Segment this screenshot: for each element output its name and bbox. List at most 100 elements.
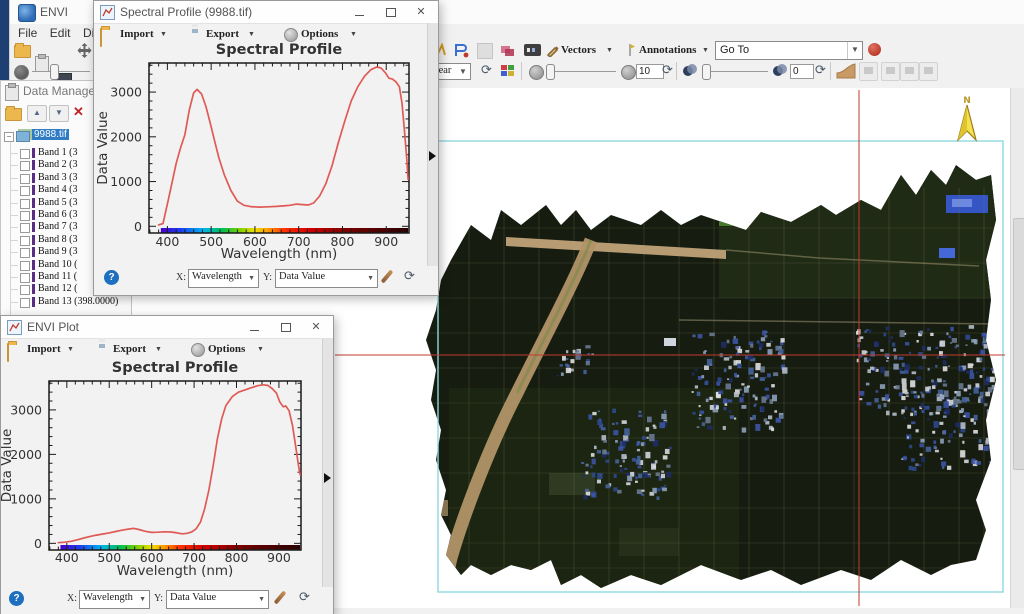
band-color-icon bbox=[32, 185, 35, 195]
geo-link-icon[interactable] bbox=[868, 43, 881, 56]
svg-text:Wavelength (nm): Wavelength (nm) bbox=[117, 563, 234, 579]
menu-edit[interactable]: Edit bbox=[50, 26, 71, 40]
interpolation-caret-icon[interactable]: ▼ bbox=[456, 64, 470, 79]
tree-connector bbox=[10, 265, 18, 266]
raster-layers-icon bbox=[16, 131, 30, 142]
north-arrow-icon: N bbox=[958, 96, 976, 140]
band-checkbox[interactable] bbox=[20, 161, 30, 171]
envi-plot-window: ENVI Plot ✕ Import ▼ Export ▼ Options ▼ … bbox=[0, 315, 334, 614]
sharpen-field[interactable]: 0 bbox=[790, 64, 814, 79]
x-field-dropdown[interactable]: Wavelength▼ bbox=[188, 269, 259, 288]
plot-window-icon bbox=[7, 320, 22, 335]
open-file-icon[interactable] bbox=[14, 45, 31, 58]
band-checkbox[interactable] bbox=[20, 223, 30, 233]
band-checkbox[interactable] bbox=[20, 248, 30, 258]
brightness-slider-thumb[interactable] bbox=[546, 64, 555, 80]
band-combination-icon[interactable] bbox=[501, 63, 515, 82]
band-checkbox[interactable] bbox=[20, 211, 30, 221]
close-button[interactable]: ✕ bbox=[301, 316, 331, 338]
side-panel-strip bbox=[322, 339, 333, 587]
svg-text:Spectral Profile: Spectral Profile bbox=[112, 360, 239, 376]
dataset-name[interactable]: 9988.tif bbox=[32, 129, 69, 140]
goto-dropdown-icon[interactable]: ▼ bbox=[847, 42, 862, 59]
tree-connector bbox=[10, 165, 18, 166]
band-checkbox[interactable] bbox=[20, 261, 30, 271]
annotations-caret-icon[interactable]: ▼ bbox=[702, 47, 709, 54]
zoom-slider-track[interactable] bbox=[32, 71, 90, 72]
raster-series-icon[interactable] bbox=[524, 44, 541, 56]
window-title-bar[interactable]: Spectral Profile (9988.tif) ✕ bbox=[94, 1, 438, 24]
band-color-icon bbox=[32, 235, 35, 245]
band-label: Band 6 (3 bbox=[38, 209, 77, 220]
expand-panel-icon[interactable] bbox=[429, 151, 436, 161]
plot-refresh-icon[interactable]: ⟳ bbox=[299, 589, 310, 605]
toolbar-separator bbox=[830, 62, 831, 80]
collapse-all-button[interactable]: ▲ bbox=[27, 105, 47, 122]
sharpen-slider-track[interactable] bbox=[702, 71, 768, 72]
zoom-out-knob-icon[interactable] bbox=[14, 65, 29, 80]
band-checkbox[interactable] bbox=[20, 149, 30, 159]
x-axis-prefix: X: bbox=[176, 272, 186, 283]
band-color-icon bbox=[32, 284, 35, 294]
vectors-menu[interactable]: Vectors bbox=[561, 44, 596, 56]
main-window-title: ENVI bbox=[40, 5, 68, 19]
band-color-icon bbox=[32, 148, 35, 158]
window-title-bar[interactable]: ENVI Plot ✕ bbox=[1, 316, 333, 339]
band-checkbox[interactable] bbox=[20, 186, 30, 196]
band-checkbox[interactable] bbox=[20, 174, 30, 184]
vectors-caret-icon[interactable]: ▼ bbox=[606, 47, 613, 54]
help-icon[interactable]: ? bbox=[9, 591, 24, 606]
close-button[interactable]: ✕ bbox=[406, 1, 436, 23]
band-checkbox[interactable] bbox=[20, 199, 30, 209]
open-file-icon[interactable] bbox=[5, 108, 22, 121]
band-label: Band 11 ( bbox=[38, 271, 77, 282]
minimize-button[interactable] bbox=[239, 316, 269, 338]
scrollbar-thumb[interactable] bbox=[1013, 218, 1024, 470]
draw-pen-icon[interactable] bbox=[274, 590, 287, 604]
band-label: Band 2 (3 bbox=[38, 159, 77, 170]
expand-panel-icon[interactable] bbox=[324, 473, 331, 483]
interpolation-dropdown[interactable]: Linear ▼ bbox=[434, 63, 471, 80]
draw-pen-icon[interactable] bbox=[381, 269, 394, 283]
svg-text:Spectral Profile: Spectral Profile bbox=[216, 42, 343, 58]
svg-text:N: N bbox=[963, 96, 971, 106]
menu-file[interactable]: File bbox=[18, 26, 37, 40]
minimize-button[interactable] bbox=[344, 1, 374, 23]
layer-button-disabled bbox=[881, 62, 900, 81]
band-checkbox[interactable] bbox=[20, 273, 30, 283]
brightness-reset-icon[interactable]: ⟳ bbox=[662, 62, 673, 78]
brightness-slider-track[interactable] bbox=[546, 71, 616, 72]
refresh-view-icon[interactable]: ⟳ bbox=[481, 62, 492, 78]
sharpen-reset-icon[interactable]: ⟳ bbox=[815, 62, 826, 78]
collapse-node-icon[interactable]: − bbox=[4, 132, 14, 142]
window-title: Spectral Profile (9988.tif) bbox=[120, 5, 252, 19]
vertical-scrollbar[interactable] bbox=[1010, 88, 1024, 608]
zoom-slider-thumb[interactable] bbox=[50, 64, 59, 80]
band-checkbox[interactable] bbox=[20, 285, 30, 295]
sharpen-slider-thumb[interactable] bbox=[702, 64, 711, 80]
band-checkbox[interactable] bbox=[20, 298, 30, 308]
plot-refresh-icon[interactable]: ⟳ bbox=[404, 268, 415, 284]
tree-connector bbox=[10, 215, 18, 216]
band-row[interactable]: Band 13 (398.0000) bbox=[1, 296, 131, 308]
expand-all-button[interactable]: ▼ bbox=[49, 105, 69, 122]
help-icon[interactable]: ? bbox=[104, 270, 119, 285]
band-label: Band 8 (3 bbox=[38, 234, 77, 245]
maximize-button[interactable] bbox=[376, 1, 406, 23]
band-checkbox[interactable] bbox=[20, 236, 30, 246]
y-field-dropdown[interactable]: Data Value▼ bbox=[275, 269, 378, 288]
y-field-dropdown[interactable]: Data Value▼ bbox=[166, 590, 269, 609]
maximize-button[interactable] bbox=[271, 316, 301, 338]
histogram-stretch-icon[interactable] bbox=[836, 63, 856, 84]
import-menu[interactable]: Import ▼ bbox=[7, 341, 9, 357]
x-field-dropdown[interactable]: Wavelength▼ bbox=[79, 590, 150, 609]
plot-bottom-bar: ? X: Wavelength▼ Y: Data Value▼ ⟳ bbox=[1, 587, 333, 613]
close-file-icon[interactable]: ✕ bbox=[73, 105, 84, 119]
tree-connector bbox=[10, 178, 18, 179]
annotations-menu[interactable]: Annotations bbox=[639, 44, 696, 56]
goto-combobox[interactable]: Go To ▼ bbox=[715, 41, 863, 60]
svg-text:400: 400 bbox=[55, 550, 79, 565]
spectral-profile-chart: 4005006007008009000100020003000Spectral … bbox=[94, 39, 438, 263]
band-label: Band 12 ( bbox=[38, 283, 77, 294]
brightness-field[interactable]: 10 bbox=[636, 64, 664, 79]
